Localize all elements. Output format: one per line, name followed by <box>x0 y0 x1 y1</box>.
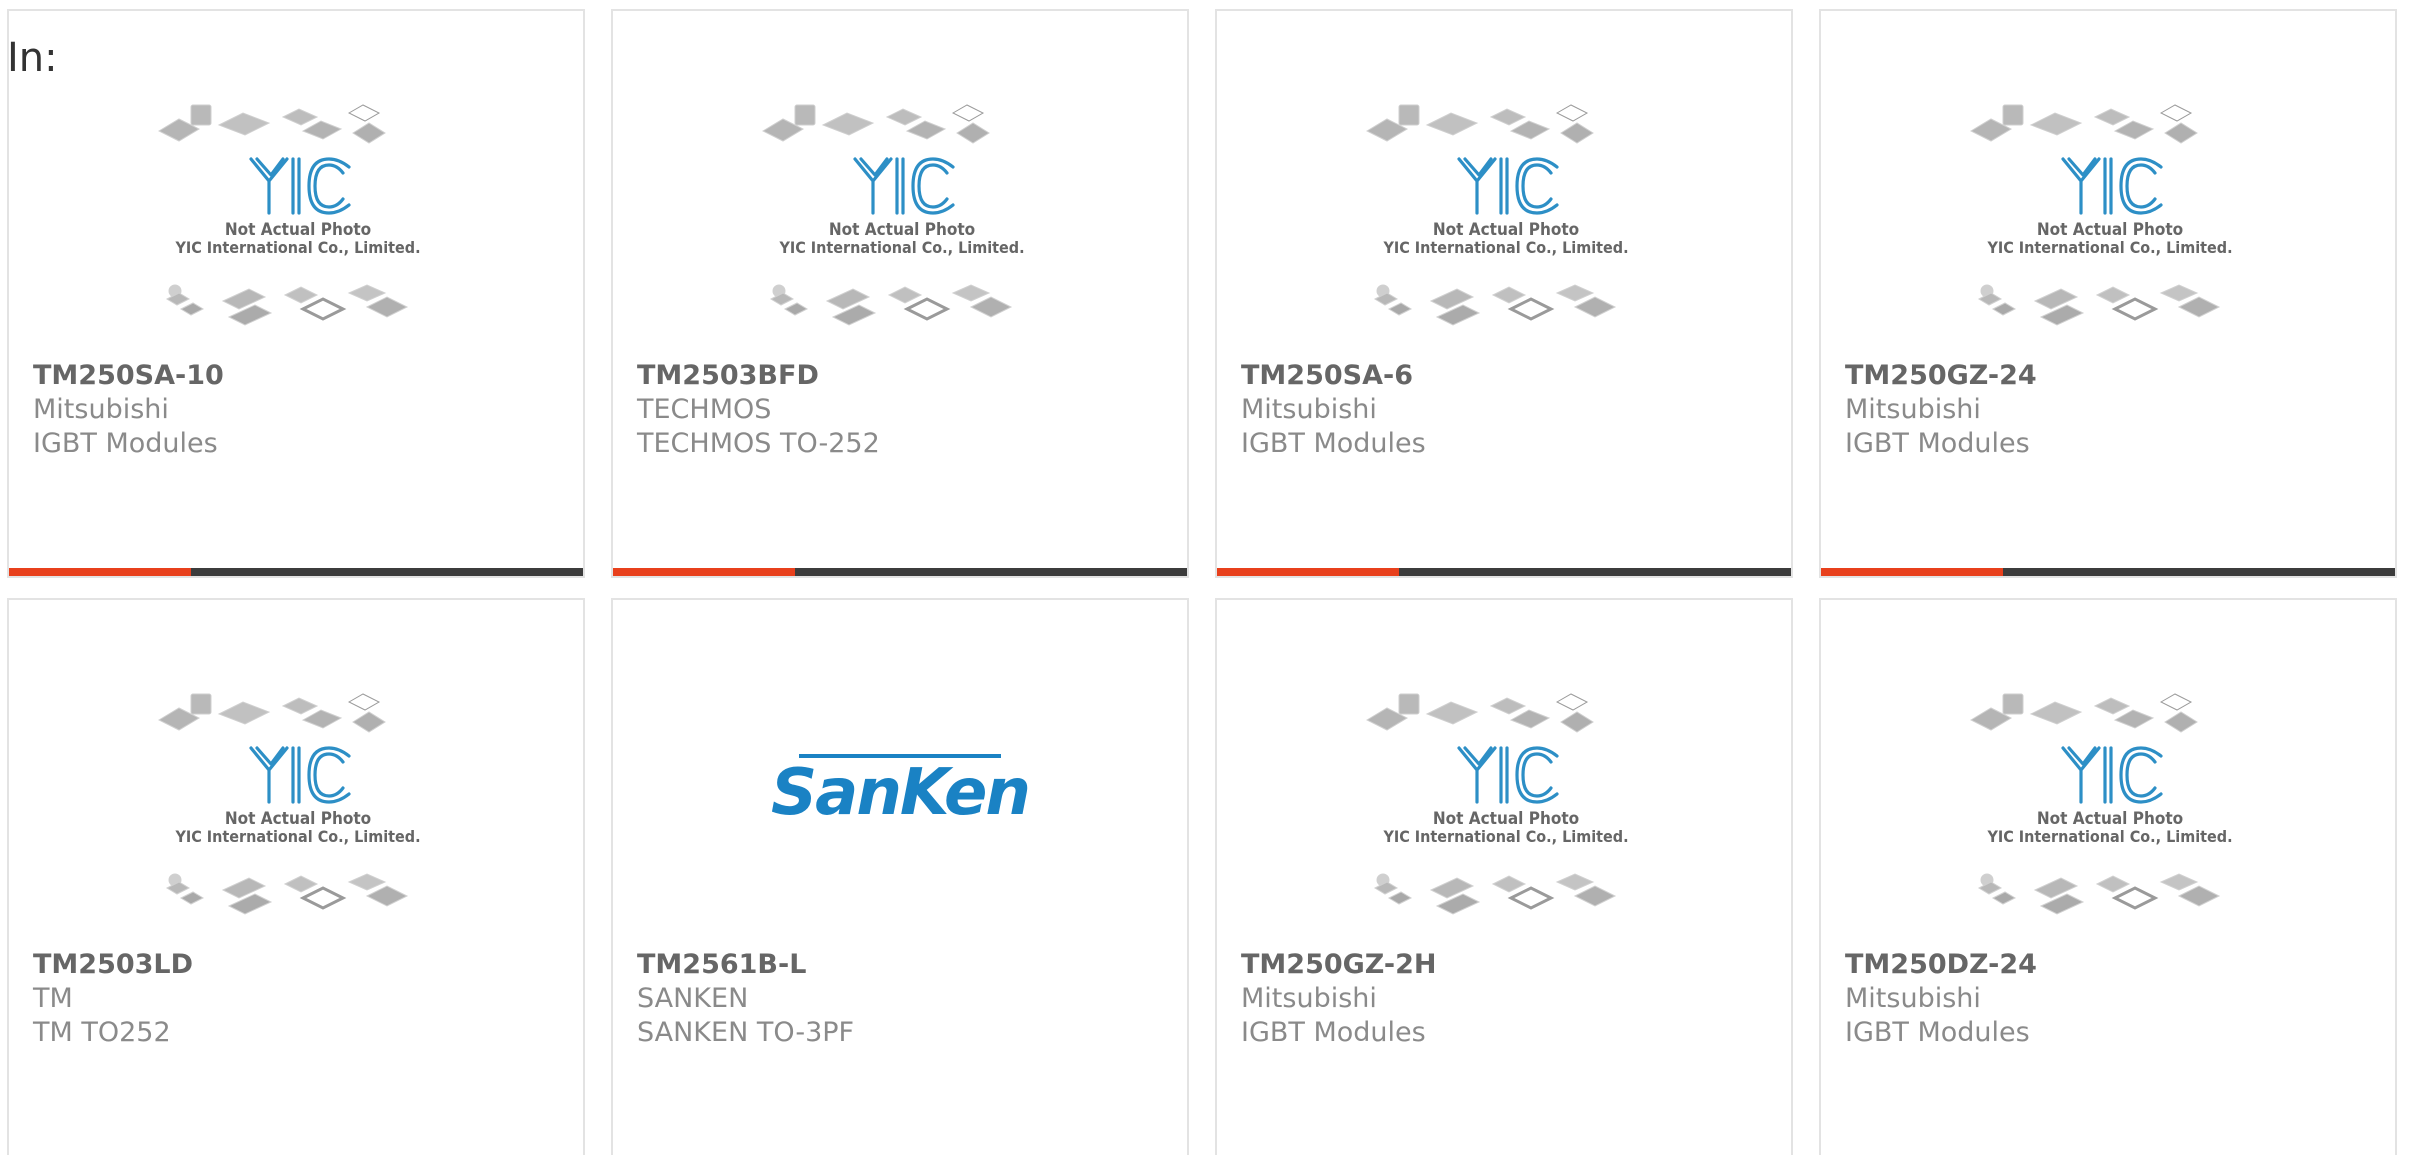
product-info: TM2561B-L SANKEN SANKEN TO-3PF <box>637 948 1171 1050</box>
product-info: TM250GZ-24 Mitsubishi IGBT Modules <box>1845 359 2379 461</box>
card-accent-bar <box>613 568 795 576</box>
card-accent-bar <box>1821 568 2003 576</box>
product-card-8[interactable]: Not Actual Photo YIC International Co., … <box>1819 598 2397 1155</box>
svg-text:Not Actual Photo: Not Actual Photo <box>2037 809 2183 829</box>
product-info: TM2503BFD TECHMOS TECHMOS TO-252 <box>637 359 1171 461</box>
product-grid-page: In: Not Actual Photo YIC International C… <box>0 0 2410 1155</box>
part-number[interactable]: TM2503BFD <box>637 359 1171 393</box>
product-info: TM250SA-10 Mitsubishi IGBT Modules <box>33 359 567 461</box>
product-info: TM250GZ-2H Mitsubishi IGBT Modules <box>1241 948 1775 1050</box>
part-number[interactable]: TM2503LD <box>33 948 567 982</box>
svg-text:YIC International Co., Limited: YIC International Co., Limited. <box>778 238 1024 257</box>
yic-not-actual-photo-image[interactable]: Not Actual Photo YIC International Co., … <box>1821 95 2395 357</box>
card-footer-bar <box>613 568 1187 576</box>
svg-text:YIC International Co., Limited: YIC International Co., Limited. <box>174 238 420 257</box>
sanken-logo[interactable]: SanKen <box>613 684 1187 946</box>
svg-text:Not Actual Photo: Not Actual Photo <box>829 220 975 240</box>
yic-not-actual-photo-image[interactable]: Not Actual Photo YIC International Co., … <box>1217 95 1791 357</box>
part-number[interactable]: TM2561B-L <box>637 948 1171 982</box>
product-card-2[interactable]: Not Actual Photo YIC International Co., … <box>611 9 1189 578</box>
manufacturer: Mitsubishi <box>1241 394 1377 425</box>
category: TECHMOS TO-252 <box>637 428 880 459</box>
card-footer-bar <box>1217 568 1791 576</box>
manufacturer: Mitsubishi <box>33 394 169 425</box>
category: IGBT Modules <box>1241 1017 1426 1048</box>
yic-not-actual-photo-image[interactable]: Not Actual Photo YIC International Co., … <box>1217 684 1791 946</box>
card-accent-bar <box>9 568 191 576</box>
svg-text:Not Actual Photo: Not Actual Photo <box>1433 220 1579 240</box>
manufacturer: SANKEN <box>637 983 749 1014</box>
svg-text:YIC International Co., Limited: YIC International Co., Limited. <box>1382 238 1628 257</box>
product-info: TM2503LD TM TM TO252 <box>33 948 567 1050</box>
card-accent-bar <box>1217 568 1399 576</box>
svg-text:Not Actual Photo: Not Actual Photo <box>2037 220 2183 240</box>
category: IGBT Modules <box>1845 428 2030 459</box>
svg-text:Not Actual Photo: Not Actual Photo <box>225 220 371 240</box>
product-card-5[interactable]: Not Actual Photo YIC International Co., … <box>7 598 585 1155</box>
product-card-4[interactable]: Not Actual Photo YIC International Co., … <box>1819 9 2397 578</box>
manufacturer: TECHMOS <box>637 394 772 425</box>
part-number[interactable]: TM250DZ-24 <box>1845 948 2379 982</box>
yic-not-actual-photo-image[interactable]: Not Actual Photo YIC International Co., … <box>613 95 1187 357</box>
manufacturer: Mitsubishi <box>1241 983 1377 1014</box>
manufacturer: Mitsubishi <box>1845 983 1981 1014</box>
category: SANKEN TO-3PF <box>637 1017 855 1048</box>
product-info: TM250DZ-24 Mitsubishi IGBT Modules <box>1845 948 2379 1050</box>
product-card-7[interactable]: Not Actual Photo YIC International Co., … <box>1215 598 1793 1155</box>
svg-text:YIC International Co., Limited: YIC International Co., Limited. <box>1986 238 2232 257</box>
category: TM TO252 <box>33 1017 171 1048</box>
yic-not-actual-photo-image[interactable]: Not Actual Photo YIC International Co., … <box>1821 684 2395 946</box>
svg-text:Not Actual Photo: Not Actual Photo <box>225 809 371 829</box>
yic-not-actual-photo-image[interactable]: Not Actual Photo YIC International Co., … <box>9 95 583 357</box>
part-number[interactable]: TM250GZ-2H <box>1241 948 1775 982</box>
card-footer-bar <box>9 568 583 576</box>
svg-text:YIC International Co., Limited: YIC International Co., Limited. <box>1986 827 2232 846</box>
product-card-1[interactable]: Not Actual Photo YIC International Co., … <box>7 9 585 578</box>
product-card-6[interactable]: SanKen TM2561B-L SANKEN SANKEN TO-3PF <box>611 598 1189 1155</box>
part-number[interactable]: TM250GZ-24 <box>1845 359 2379 393</box>
product-grid: Not Actual Photo YIC International Co., … <box>0 0 2410 1155</box>
svg-text:Not Actual Photo: Not Actual Photo <box>1433 809 1579 829</box>
svg-text:SanKen: SanKen <box>771 756 1029 830</box>
yic-not-actual-photo-image[interactable]: Not Actual Photo YIC International Co., … <box>9 684 583 946</box>
category: IGBT Modules <box>1845 1017 2030 1048</box>
product-card-3[interactable]: Not Actual Photo YIC International Co., … <box>1215 9 1793 578</box>
card-footer-bar <box>1821 568 2395 576</box>
svg-text:YIC International Co., Limited: YIC International Co., Limited. <box>174 827 420 846</box>
part-number[interactable]: TM250SA-10 <box>33 359 567 393</box>
part-number[interactable]: TM250SA-6 <box>1241 359 1775 393</box>
manufacturer: Mitsubishi <box>1845 394 1981 425</box>
manufacturer: TM <box>33 983 73 1014</box>
product-info: TM250SA-6 Mitsubishi IGBT Modules <box>1241 359 1775 461</box>
category: IGBT Modules <box>1241 428 1426 459</box>
in-label: In: <box>7 35 58 81</box>
category: IGBT Modules <box>33 428 218 459</box>
svg-text:YIC International Co., Limited: YIC International Co., Limited. <box>1382 827 1628 846</box>
